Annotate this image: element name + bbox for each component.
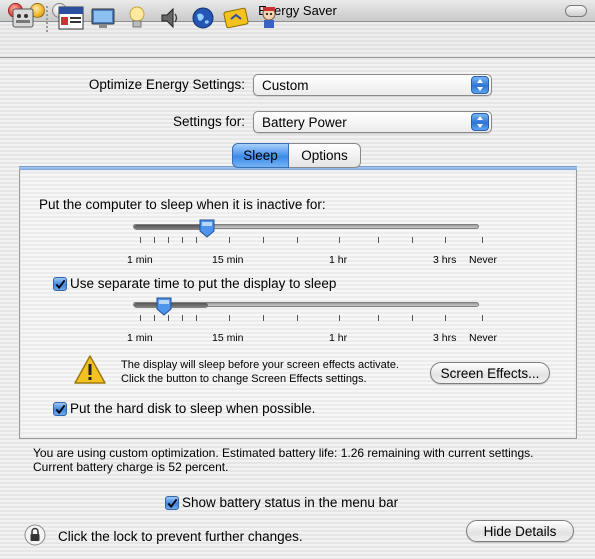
tick bbox=[229, 315, 230, 321]
display-icon[interactable] bbox=[90, 5, 116, 31]
road-sign-icon[interactable] bbox=[223, 5, 249, 31]
computer-sleep-track[interactable] bbox=[133, 224, 479, 230]
computer-sleep-thumb[interactable] bbox=[199, 219, 215, 238]
tick bbox=[263, 237, 264, 243]
settings-for-popup[interactable]: Battery Power bbox=[253, 111, 492, 133]
settings-for-label: Settings for: bbox=[172, 114, 245, 129]
tick bbox=[445, 315, 446, 321]
tick bbox=[482, 315, 483, 321]
tick bbox=[263, 315, 264, 321]
toolbar-separator bbox=[46, 6, 48, 32]
apple-menu-icon[interactable] bbox=[10, 5, 36, 31]
display-sleep-track[interactable] bbox=[133, 302, 479, 308]
tick bbox=[229, 237, 230, 243]
settings-for-value: Battery Power bbox=[262, 115, 347, 130]
computer-sleep-label: Put the computer to sleep when it is ina… bbox=[39, 197, 326, 212]
tick-label: Never bbox=[469, 332, 498, 344]
screen-effects-button[interactable]: Screen Effects... bbox=[430, 362, 550, 384]
tick bbox=[445, 237, 446, 243]
globe-icon[interactable] bbox=[190, 5, 216, 31]
optimize-label: Optimize Energy Settings: bbox=[88, 77, 245, 92]
tick bbox=[154, 315, 155, 321]
status-line-1: You are using custom optimization. Estim… bbox=[33, 446, 534, 460]
tick-label: 1 hr bbox=[329, 254, 348, 266]
tick bbox=[140, 237, 141, 243]
status-line-2: Current battery charge is 52 percent. bbox=[33, 460, 229, 474]
tick-label: 1 hr bbox=[329, 332, 348, 344]
hide-details-button[interactable]: Hide Details bbox=[466, 520, 574, 542]
tick bbox=[154, 237, 155, 243]
popup-arrows-icon bbox=[471, 113, 489, 131]
file-new-icon[interactable] bbox=[58, 5, 84, 31]
speaker-icon[interactable] bbox=[157, 5, 183, 31]
tick bbox=[140, 315, 141, 321]
tick bbox=[378, 315, 379, 321]
warning-line-2: Click the button to change Screen Effect… bbox=[121, 373, 367, 385]
harddisk-sleep-checkbox[interactable] bbox=[53, 402, 67, 416]
tick bbox=[412, 237, 413, 243]
tick bbox=[297, 237, 298, 243]
tick bbox=[196, 315, 197, 321]
tick bbox=[182, 315, 183, 321]
tick-label: 15 min bbox=[212, 254, 244, 266]
warning-icon bbox=[73, 354, 107, 388]
tick-label: 15 min bbox=[212, 332, 244, 344]
popup-arrows-icon bbox=[471, 76, 489, 94]
tick-label: 1 min bbox=[127, 332, 153, 344]
tick bbox=[412, 315, 413, 321]
lightbulb-icon[interactable] bbox=[124, 5, 150, 31]
tick bbox=[297, 315, 298, 321]
tick bbox=[196, 237, 197, 243]
computer-sleep-fill bbox=[134, 225, 208, 230]
tick-label: Never bbox=[469, 254, 498, 266]
lock-icon[interactable] bbox=[24, 524, 46, 549]
warning-line-1: The display will sleep before your scree… bbox=[121, 359, 399, 371]
tick bbox=[182, 237, 183, 243]
tick bbox=[378, 237, 379, 243]
optimize-value: Custom bbox=[262, 78, 309, 93]
tick-label: 3 hrs bbox=[433, 254, 457, 266]
display-sleep-thumb[interactable] bbox=[156, 297, 172, 316]
tick bbox=[168, 237, 169, 243]
tick-label: 3 hrs bbox=[433, 332, 457, 344]
toolbar-toggle-button[interactable] bbox=[565, 5, 587, 17]
optimize-popup[interactable]: Custom bbox=[253, 74, 492, 96]
menubar-status-checkbox[interactable] bbox=[165, 496, 179, 510]
menubar-status-label[interactable]: Show battery status in the menu bar bbox=[182, 495, 398, 510]
harddisk-sleep-label[interactable]: Put the hard disk to sleep when possible… bbox=[70, 401, 315, 416]
tick bbox=[339, 315, 340, 321]
lock-label: Click the lock to prevent further change… bbox=[58, 529, 303, 544]
display-sleep-label[interactable]: Use separate time to put the display to … bbox=[70, 276, 336, 291]
character-icon[interactable] bbox=[256, 5, 282, 31]
tick bbox=[482, 237, 483, 243]
tab-options[interactable]: Options bbox=[289, 143, 361, 168]
tick-label: 1 min bbox=[127, 254, 153, 266]
tab-sleep[interactable]: Sleep bbox=[232, 143, 289, 168]
tick bbox=[339, 237, 340, 243]
display-sleep-checkbox[interactable] bbox=[53, 277, 67, 291]
